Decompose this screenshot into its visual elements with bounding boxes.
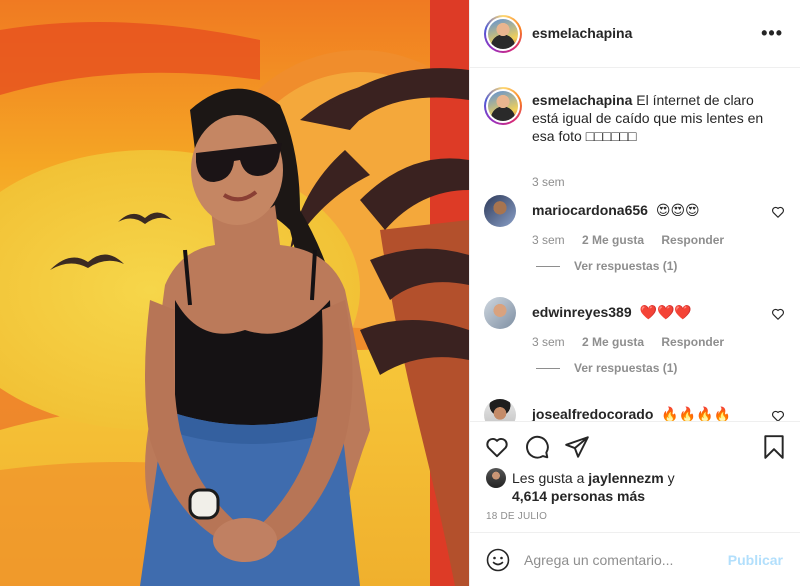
caption-avatar[interactable] — [484, 87, 522, 125]
comment-body: 😍😍😍 — [655, 203, 700, 219]
likes-line: Les gusta a jaylennezm y — [512, 470, 675, 486]
post-actions: Les gusta a jaylennezm y 4,614 personas … — [470, 421, 800, 541]
comment-input[interactable] — [524, 548, 714, 572]
caption-text: esmelachapina El ínternet de claro está … — [532, 91, 782, 145]
like-comment-heart-icon[interactable] — [771, 409, 785, 421]
comment-text: mariocardona656 😍😍😍 — [532, 202, 700, 219]
comment-bubble-icon[interactable] — [524, 434, 550, 460]
comment-username[interactable]: mariocardona656 — [532, 202, 648, 218]
commenter-avatar[interactable] — [484, 399, 516, 421]
photo-illustration — [0, 0, 469, 586]
likes-count[interactable]: 4,614 personas más — [512, 488, 645, 504]
comment-username[interactable]: josealfredocorado — [532, 406, 653, 421]
comment-item: edwinreyes389 ❤️❤️❤️ 3 sem 2 Me gusta Re… — [484, 297, 789, 357]
reply-button[interactable]: Responder — [661, 233, 724, 247]
caption-time: 3 sem — [532, 175, 565, 189]
save-bookmark-icon[interactable] — [761, 434, 787, 460]
like-heart-icon[interactable] — [484, 434, 510, 460]
post-header: esmelachapina ••• — [470, 0, 800, 68]
view-replies-label: Ver respuestas (1) — [574, 259, 678, 273]
caption-username[interactable]: esmelachapina — [532, 92, 632, 108]
publish-button[interactable]: Publicar — [728, 552, 783, 568]
reply-button[interactable]: Responder — [661, 335, 724, 349]
author-username[interactable]: esmelachapina — [532, 25, 632, 41]
emoji-smile-icon[interactable] — [486, 548, 510, 572]
more-options-icon[interactable]: ••• — [761, 24, 783, 42]
liker-username[interactable]: jaylennezm — [588, 470, 663, 486]
like-comment-heart-icon[interactable] — [771, 307, 785, 321]
comment-text: edwinreyes389 ❤️❤️❤️ — [532, 304, 692, 321]
commenter-avatar[interactable] — [484, 195, 516, 227]
comment-username[interactable]: edwinreyes389 — [532, 304, 632, 320]
view-replies-label: Ver respuestas (1) — [574, 361, 678, 375]
post-date[interactable]: 18 DE JULIO — [486, 511, 547, 522]
view-replies-button[interactable]: Ver respuestas (1) — [536, 259, 677, 273]
likes-suffix: y — [667, 470, 675, 486]
view-replies-button[interactable]: Ver respuestas (1) — [536, 361, 677, 375]
author-avatar[interactable] — [484, 15, 522, 53]
comment-item: josealfredocorado 🔥🔥🔥🔥 — [484, 399, 789, 421]
post-photo[interactable] — [0, 0, 469, 586]
comment-body: ❤️❤️❤️ — [639, 305, 692, 321]
comment-likes[interactable]: 2 Me gusta — [582, 233, 644, 247]
comments-list[interactable]: esmelachapina El ínternet de claro está … — [470, 69, 800, 421]
replies-line — [536, 368, 560, 370]
comment-meta: 3 sem 2 Me gusta Responder — [532, 335, 738, 349]
like-comment-heart-icon[interactable] — [771, 205, 785, 219]
comment-time[interactable]: 3 sem — [532, 335, 565, 349]
likes-prefix: Les gusta a — [512, 470, 585, 486]
instagram-post: esmelachapina ••• esmelachapina El ínter… — [0, 0, 800, 586]
liker-avatar[interactable] — [486, 468, 506, 488]
comment-time[interactable]: 3 sem — [532, 233, 565, 247]
likes-summary[interactable]: Les gusta a jaylennezm y 4,614 personas … — [486, 466, 786, 506]
replies-line — [536, 266, 560, 268]
share-send-icon[interactable] — [564, 434, 590, 460]
comment-body: 🔥🔥🔥🔥 — [661, 407, 731, 421]
comment-meta: 3 sem 2 Me gusta Responder — [532, 233, 738, 247]
comment-item: mariocardona656 😍😍😍 3 sem 2 Me gusta Res… — [484, 195, 789, 255]
add-comment-bar: Publicar — [470, 532, 800, 586]
post-side-panel: esmelachapina ••• esmelachapina El ínter… — [469, 0, 800, 586]
comment-text: josealfredocorado 🔥🔥🔥🔥 — [532, 406, 731, 421]
comment-likes[interactable]: 2 Me gusta — [582, 335, 644, 349]
commenter-avatar[interactable] — [484, 297, 516, 329]
